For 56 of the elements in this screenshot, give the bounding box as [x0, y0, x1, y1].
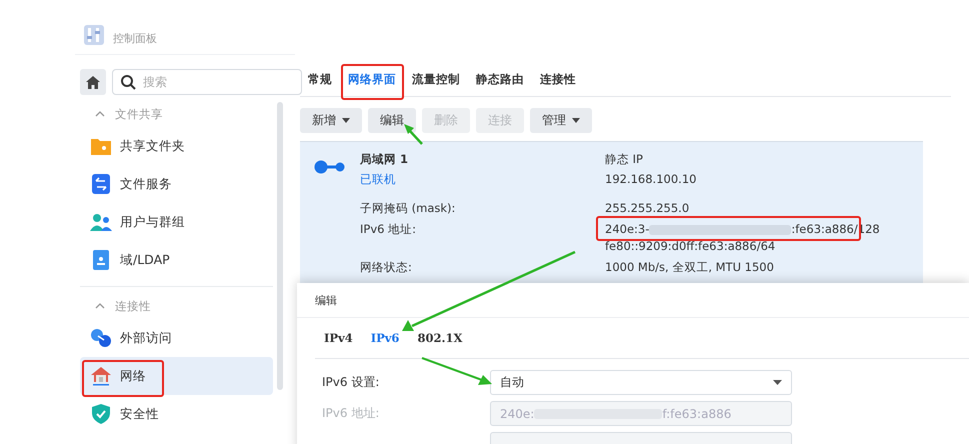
tab[interactable]: 802.1X	[408, 331, 472, 345]
transfer-icon	[90, 174, 112, 194]
sidebar-item[interactable]: 外部访问	[80, 319, 273, 357]
tab[interactable]: 静态路由	[468, 63, 532, 96]
collapse-caret-icon[interactable]	[95, 303, 105, 309]
tab[interactable]: 流量控制	[404, 63, 468, 96]
tab[interactable]: IPv4	[315, 331, 362, 345]
search-icon	[120, 74, 136, 90]
search-field[interactable]: 搜索	[112, 69, 302, 95]
field-label: 子网掩码 (mask):	[360, 200, 456, 217]
link-icon	[90, 328, 112, 348]
connection-icon	[314, 160, 346, 174]
caret-icon	[773, 380, 782, 385]
section-title: 连接性	[115, 298, 151, 314]
toolbar-button[interactable]: 新增	[300, 108, 362, 133]
ip-address: 192.168.100.10	[605, 171, 696, 188]
annotation-arrow	[422, 357, 492, 385]
field-label: IPv6 地址:	[322, 405, 380, 422]
field-value: 1000 Mb/s, 全双工, MTU 1500	[605, 259, 774, 276]
tab[interactable]: 常规	[300, 63, 340, 96]
ip-type: 静态 IP	[605, 151, 644, 168]
home-button[interactable]	[80, 69, 106, 95]
users-icon	[90, 213, 112, 231]
sidebar-item[interactable]: 安全性	[80, 395, 273, 433]
collapse-caret-icon[interactable]	[95, 111, 105, 117]
field-value: 240e:3-	[605, 221, 650, 238]
home-icon	[86, 76, 100, 88]
caret-icon	[572, 118, 580, 123]
field-value: fe80::9209:d0ff:fe63:a886/64	[605, 238, 776, 255]
sidebar-item[interactable]: 用户与群组	[80, 203, 273, 241]
sidebar-item[interactable]: 共享文件夹	[80, 127, 273, 165]
field-label: IPv6 地址:	[360, 221, 417, 238]
interface-name: 局域网 1	[360, 151, 410, 168]
toolbar-button[interactable]: 编辑	[368, 108, 416, 133]
dropdown-field[interactable]: 自动	[490, 370, 792, 395]
section-title: 文件共享	[115, 106, 163, 122]
highlight-box	[341, 64, 404, 100]
sidebar-item[interactable]: 网络	[80, 357, 273, 395]
app-logo-icon	[83, 24, 105, 46]
tab[interactable]: 连接性	[532, 63, 584, 96]
field-label: 网络状态:	[360, 259, 413, 276]
house-icon	[90, 366, 112, 386]
folder-icon	[90, 137, 112, 155]
sidebar-item[interactable]: 域/LDAP	[80, 241, 273, 279]
annotation-arrow	[404, 124, 423, 145]
caret-icon	[342, 118, 350, 123]
sidebar-item[interactable]: 文件服务	[80, 165, 273, 203]
connection-status: 已联机	[360, 171, 397, 188]
field-label: IPv6 设置:	[322, 374, 380, 391]
field-value: 255.255.255.0	[605, 200, 690, 217]
tab[interactable]: 网络界面	[340, 63, 404, 96]
id-card-icon	[90, 250, 112, 270]
shield-icon	[90, 404, 112, 424]
tab[interactable]: IPv6	[362, 331, 408, 345]
toolbar-button[interactable]: 管理	[530, 108, 592, 133]
window-title: 控制面板	[113, 31, 157, 46]
